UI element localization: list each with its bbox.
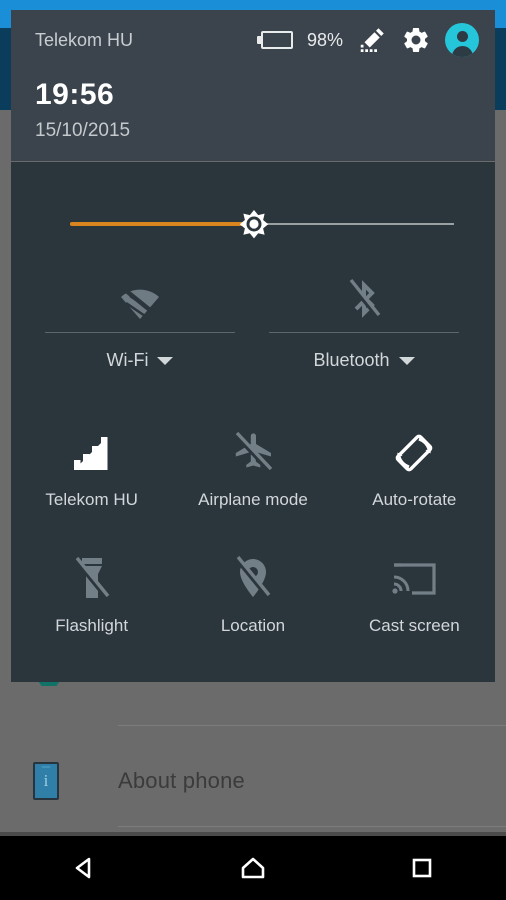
brightness-sun-icon[interactable]	[233, 203, 275, 245]
battery-percent-label: 98%	[306, 29, 343, 50]
connectivity-tiles: Wi-Fi Bluetooth	[11, 270, 495, 390]
quick-tile-label: Auto-rotate	[372, 490, 457, 509]
quick-tile-flashlight[interactable]: Flashlight	[11, 536, 172, 662]
wifi-off-icon	[113, 270, 167, 332]
recents-nav-icon[interactable]	[392, 846, 452, 890]
clock-label: 19:56	[35, 78, 115, 111]
home-nav-icon[interactable]	[223, 846, 283, 890]
auto-rotate-icon	[391, 422, 437, 484]
signal-bars-icon	[72, 422, 112, 484]
system-navigation-bar	[0, 836, 506, 900]
quick-tile-label: Location	[220, 616, 286, 635]
quick-tile-mobile-data[interactable]: Telekom HU	[11, 410, 172, 536]
list-divider	[118, 725, 506, 726]
location-off-icon	[234, 548, 272, 610]
tile-label-text: Bluetooth	[313, 350, 390, 370]
quick-tile-label: Telekom HU	[45, 490, 138, 509]
quick-tile-label: Cast screen	[368, 616, 460, 635]
quick-tile-row: Flashlight Location Cast screen	[11, 536, 495, 662]
carrier-label: Telekom HU	[35, 29, 134, 50]
bluetooth-off-icon	[342, 270, 386, 332]
header-icon-group: 98%	[256, 23, 479, 57]
airplane-off-icon	[231, 422, 275, 484]
phone-info-icon: i	[23, 762, 69, 800]
quick-tile-label: Airplane mode	[198, 490, 308, 509]
user-avatar-icon[interactable]	[445, 23, 479, 57]
gear-icon[interactable]	[401, 25, 431, 55]
chevron-down-icon[interactable]	[157, 356, 174, 365]
quick-tile-location[interactable]: Location	[172, 536, 333, 662]
edit-pencil-icon[interactable]	[357, 25, 387, 55]
quick-tile-bluetooth[interactable]: Bluetooth	[269, 270, 459, 390]
quick-tile-bluetooth-label: Bluetooth	[313, 350, 415, 371]
brightness-slider[interactable]	[70, 210, 454, 239]
quick-settings-panel: Wi-Fi Bluetooth Telekom HU Airplane mode…	[11, 162, 495, 682]
quick-tile-cast-screen[interactable]: Cast screen	[334, 536, 495, 662]
chevron-down-icon[interactable]	[398, 356, 415, 365]
flashlight-off-icon	[73, 548, 110, 610]
date-label: 15/10/2015	[35, 120, 131, 141]
header-status-row: Telekom HU 98%	[11, 10, 495, 70]
quick-tile-wifi[interactable]: Wi-Fi	[45, 270, 235, 390]
tile-divider	[45, 332, 235, 333]
back-nav-icon[interactable]	[54, 846, 114, 890]
battery-icon	[256, 31, 293, 49]
list-divider	[118, 826, 506, 827]
quick-tile-row: Telekom HU Airplane mode Auto-rotate	[11, 410, 495, 536]
quick-tile-wifi-label: Wi-Fi	[107, 350, 174, 371]
quick-tile-auto-rotate[interactable]: Auto-rotate	[334, 410, 495, 536]
brightness-fill	[70, 222, 255, 226]
tile-divider	[269, 332, 459, 333]
cast-screen-icon	[390, 548, 438, 610]
quick-tile-airplane-mode[interactable]: Airplane mode	[172, 410, 333, 536]
quick-tile-grid: Telekom HU Airplane mode Auto-rotate Fla…	[11, 410, 495, 662]
quick-tile-label: Flashlight	[55, 616, 129, 635]
android-screen: i About phone Telekom HU 98% 19:56 15/10…	[0, 0, 506, 900]
tile-label-text: Wi-Fi	[106, 350, 149, 370]
quick-settings-header: Telekom HU 98% 19:56 15/10/2015	[11, 10, 495, 161]
settings-row-label: About phone	[118, 768, 245, 793]
phone-info-icon-glyph: i	[43, 770, 49, 790]
settings-row-about-phone[interactable]: i About phone	[0, 735, 506, 827]
